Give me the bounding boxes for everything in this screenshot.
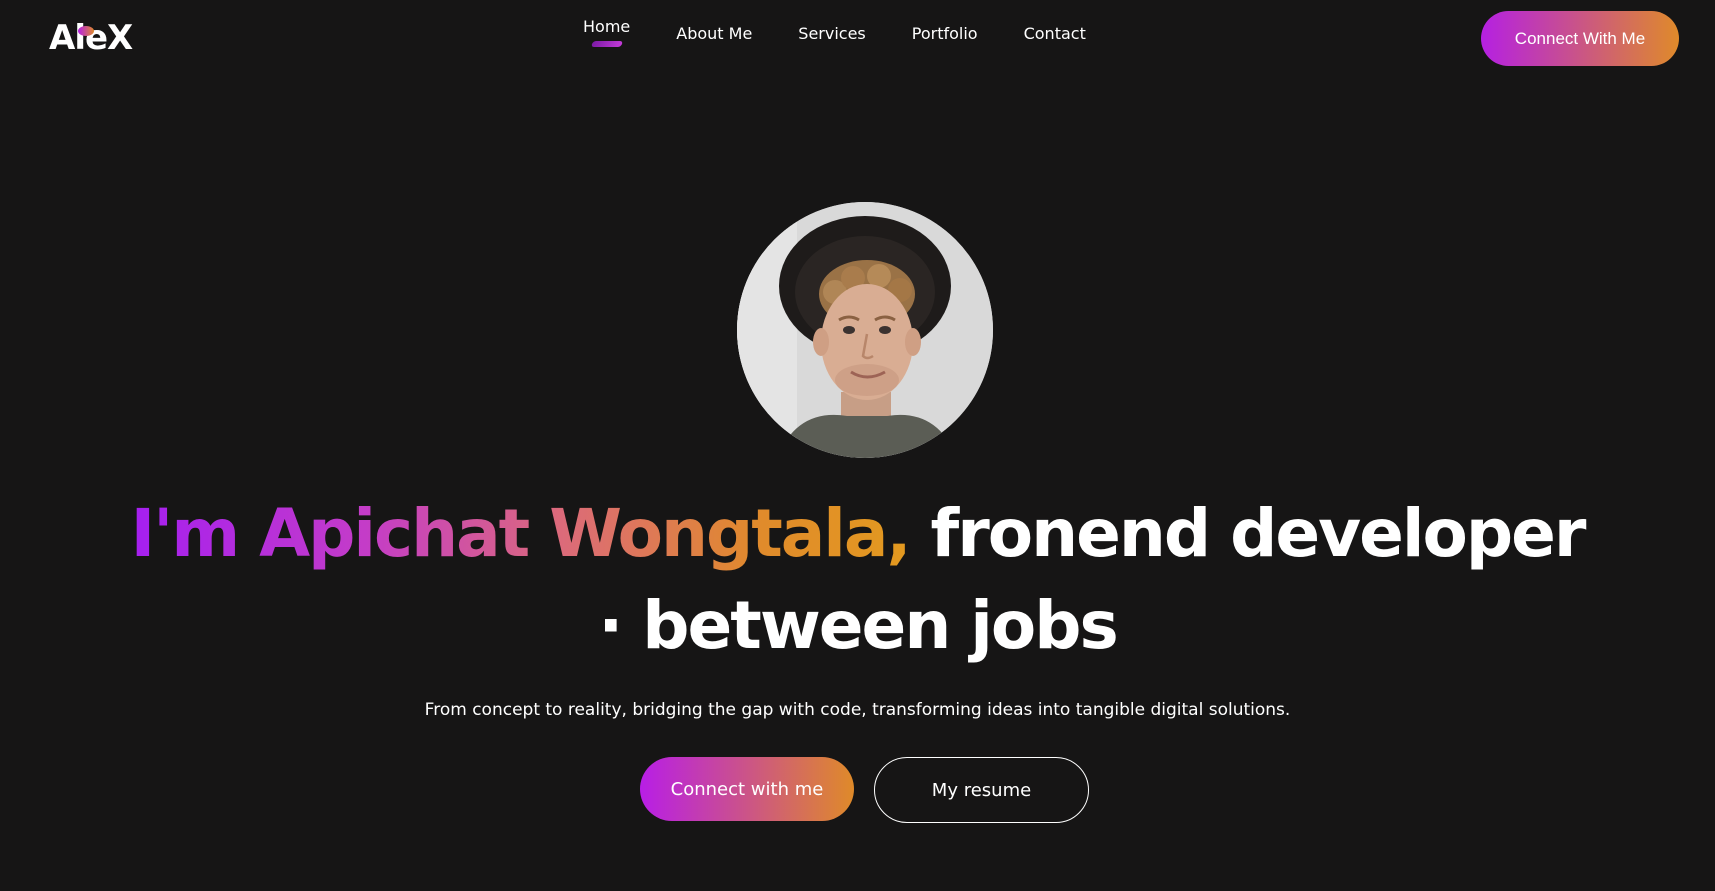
logo-accent-dot (78, 26, 94, 36)
logo-text: AleX (49, 18, 133, 58)
hero-subtitle: From concept to reality, bridging the ga… (424, 700, 1291, 720)
nav-item-label: Portfolio (911, 24, 978, 43)
page: AleX Home About Me Services Portfolio Co… (0, 0, 1715, 891)
nav-item-label: Services (798, 24, 866, 43)
main-nav: Home About Me Services Portfolio Contact (560, 17, 1109, 47)
hero-title-line2: · between jobs (598, 587, 1119, 664)
hero-title: I'm Apichat Wongtala, fronend developer … (0, 488, 1715, 672)
button-label: Connect with me (670, 778, 824, 800)
profile-avatar (737, 202, 993, 458)
active-indicator (590, 41, 623, 47)
nav-item-contact[interactable]: Contact (1001, 24, 1109, 43)
nav-item-portfolio[interactable]: Portfolio (889, 24, 1001, 43)
nav-item-label: Contact (1023, 24, 1086, 43)
profile-photo-icon (737, 202, 993, 458)
logo[interactable]: AleX (49, 18, 133, 58)
button-label: Connect With Me (1514, 28, 1646, 48)
nav-item-about[interactable]: About Me (653, 24, 775, 43)
hero-title-rest: fronend developer (930, 495, 1587, 572)
button-label: My resume (931, 779, 1032, 801)
nav-item-services[interactable]: Services (775, 24, 888, 43)
connect-with-me-hero-button[interactable]: Connect with me (640, 757, 854, 821)
hero-title-highlight: I'm Apichat Wongtala, (130, 495, 912, 572)
connect-with-me-button[interactable]: Connect With Me (1481, 11, 1679, 66)
hero-actions: Connect with me My resume (640, 757, 1089, 823)
nav-item-label: Home (583, 17, 631, 36)
nav-item-home[interactable]: Home (560, 17, 653, 47)
nav-item-label: About Me (676, 24, 753, 43)
my-resume-button[interactable]: My resume (874, 757, 1089, 823)
